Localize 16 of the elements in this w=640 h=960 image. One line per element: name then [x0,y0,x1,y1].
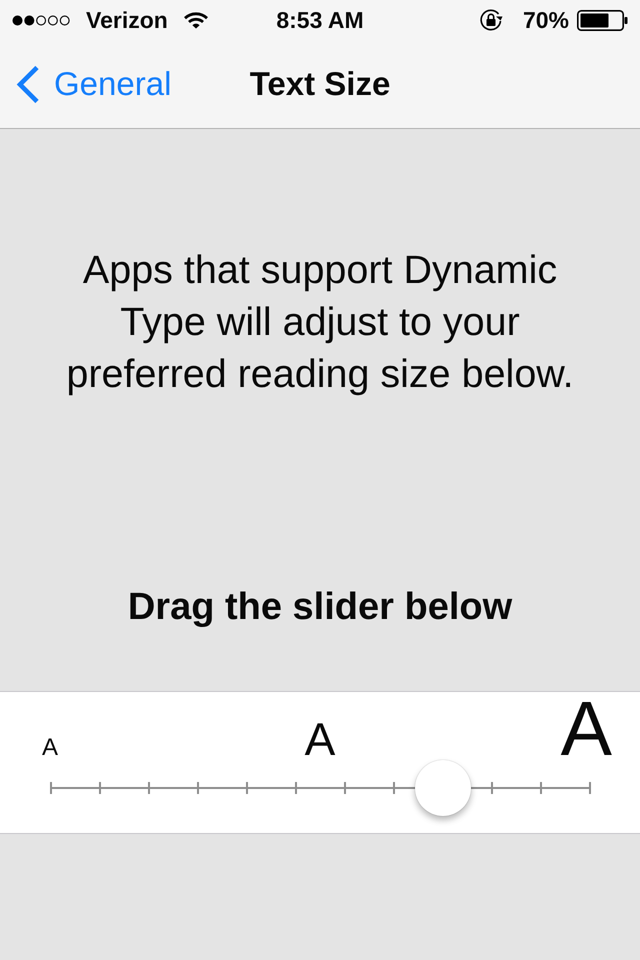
size-label: A [304,722,336,758]
instruction-text: Drag the slider below [126,585,514,630]
chevron-left-icon [16,64,40,104]
slider-thumb[interactable] [415,760,472,816]
carrier-name: Verizon [86,7,168,33]
rotation-lock-icon [478,8,503,32]
back-button[interactable]: General [16,64,172,104]
description-text: Apps that support Dynamic Type will adjust to your preferred reading size below. [65,247,575,398]
size-label: A [42,739,58,758]
signal-strength-icon [12,14,70,26]
size-label: A [560,700,612,760]
screen-title: Text Size [250,65,390,103]
wifi-icon [184,12,208,28]
battery-icon [577,10,628,30]
battery-percentage: 70% [522,7,569,33]
clock-time: 8:53 AM [276,7,364,33]
